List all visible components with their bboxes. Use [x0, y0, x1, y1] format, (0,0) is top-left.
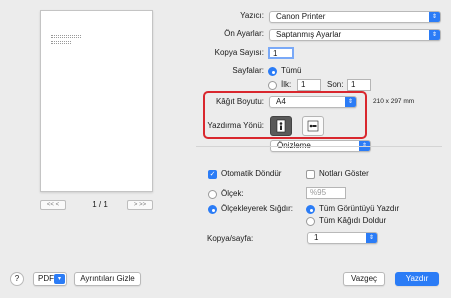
preview-text-line: [51, 41, 71, 44]
print-entire-image-radio[interactable]: [306, 205, 315, 214]
chevron-updown-icon: ⇕: [366, 233, 377, 243]
scale-radio[interactable]: [208, 190, 217, 199]
presets-value: Saptanmış Ayarlar: [276, 30, 342, 39]
pdf-label: PDF: [38, 274, 54, 283]
pages-from-input[interactable]: 1: [297, 79, 321, 91]
pages-per-sheet-label: Kopya/sayfa:: [207, 234, 254, 243]
pages-range-radio[interactable]: [268, 81, 277, 90]
landscape-orientation-button[interactable]: [302, 116, 324, 136]
show-notes-checkbox[interactable]: [306, 170, 315, 179]
pages-to-input[interactable]: 1: [347, 79, 371, 91]
show-notes-label: Notları Göster: [319, 169, 369, 178]
cancel-button[interactable]: Vazgeç: [343, 272, 385, 286]
chevron-updown-icon: ⇕: [429, 12, 440, 22]
auto-rotate-label: Otomatik Döndür: [221, 169, 282, 178]
landscape-person-icon: [307, 120, 319, 132]
pages-per-sheet-value: 1: [314, 233, 319, 242]
pages-to-label: Son:: [327, 80, 344, 89]
printer-value: Canon Printer: [276, 12, 326, 21]
scale-label: Ölçek:: [221, 189, 244, 198]
pages-all-radio[interactable]: [268, 67, 277, 76]
presets-label: Ön Ayarlar:: [224, 29, 264, 38]
copies-input[interactable]: 1: [268, 47, 294, 59]
paper-size-dimensions: 210 x 297 mm: [373, 98, 415, 105]
pages-per-sheet-select[interactable]: 1 ⇕: [307, 232, 378, 244]
portrait-orientation-button[interactable]: [270, 116, 292, 136]
presets-select[interactable]: Saptanmış Ayarlar ⇕: [269, 29, 441, 41]
printer-label: Yazıcı:: [240, 11, 264, 20]
chevron-updown-icon: ⇕: [429, 30, 440, 40]
chevron-down-icon: ▾: [54, 274, 65, 284]
orientation-label: Yazdırma Yönü:: [207, 121, 264, 130]
page-indicator: 1 / 1: [92, 200, 108, 209]
scale-input[interactable]: %95: [306, 187, 346, 199]
preview-text-line: [51, 35, 81, 38]
scale-to-fit-radio[interactable]: [208, 205, 217, 214]
help-button[interactable]: ?: [10, 272, 24, 286]
fill-entire-paper-label: Tüm Kâğıdı Doldur: [319, 216, 387, 225]
auto-rotate-checkbox[interactable]: ✓: [208, 170, 217, 179]
pages-label: Sayfalar:: [232, 66, 264, 75]
print-preview-page: [40, 10, 153, 192]
pdf-menu-button[interactable]: PDF ▾: [33, 272, 67, 286]
hide-details-button[interactable]: Ayrıntıları Gizle: [74, 272, 141, 286]
portrait-person-icon: [276, 119, 286, 133]
paper-size-select[interactable]: A4 ⇕: [269, 96, 357, 108]
paper-size-label: Kâğıt Boyutu:: [215, 97, 264, 106]
scale-to-fit-label: Ölçekleyerek Sığdır:: [221, 204, 294, 213]
next-page-button[interactable]: > >>: [127, 200, 153, 210]
paper-size-value: A4: [276, 97, 286, 106]
section-divider: [196, 146, 442, 147]
print-entire-image-label: Tüm Görüntüyü Yazdır: [319, 204, 400, 213]
print-button[interactable]: Yazdır: [395, 272, 439, 286]
pages-from-label: İlk:: [281, 80, 292, 89]
copies-label: Kopya Sayısı:: [214, 48, 264, 57]
fill-entire-paper-radio[interactable]: [306, 217, 315, 226]
pages-all-label: Tümü: [281, 66, 302, 75]
previous-page-button[interactable]: << <: [40, 200, 66, 210]
preview-pager: << < 1 / 1 > >>: [40, 200, 153, 210]
chevron-updown-icon: ⇕: [345, 97, 356, 107]
printer-select[interactable]: Canon Printer ⇕: [269, 11, 441, 23]
